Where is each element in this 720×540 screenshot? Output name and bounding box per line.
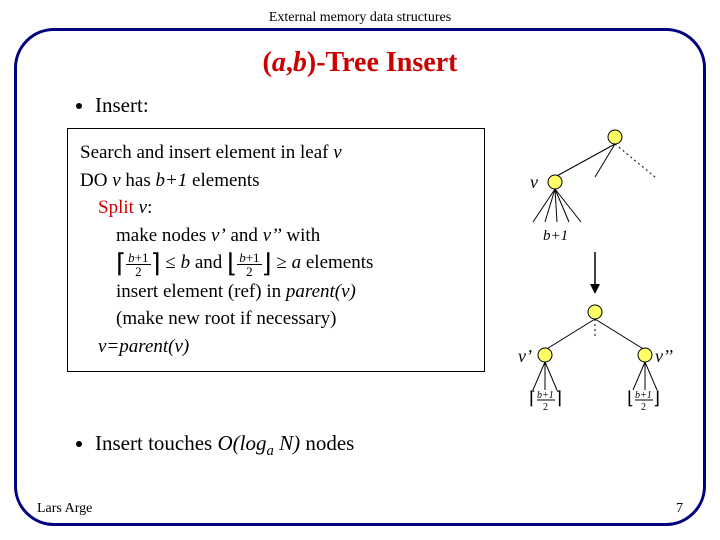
footer-page: 7 [676,501,683,517]
svg-text:2: 2 [543,402,548,412]
algo-l4-vpp: v’’ [263,225,282,246]
slide-header: External memory data structures [0,0,720,26]
diag-b1: b+1 [543,228,568,244]
algo-line-5: b+12 ≤ b and b+12 ≥ a elements [116,249,472,278]
algo-l2-do: DO [80,170,112,191]
title-paren-open: ( [263,47,272,78]
algorithm-box: Search and insert element in leaf v DO v… [67,128,485,372]
diagram-svg: v b+1 v’ [495,122,675,412]
diag-ceil-r: ⌉ [555,388,562,408]
algo-line-7: (make new root if necessary) [116,305,472,333]
diag-ceil-l: ⌈ [529,388,536,408]
title-a: a [272,47,286,78]
bullet-list-2: Insert touches O(loga N) nodes [55,431,675,460]
algo-l1-text: Search and insert element in leaf [80,142,333,163]
algo-l2-el: elements [187,170,259,191]
split-diagram: v b+1 v’ [495,122,675,417]
algo-line-3: Split v: [98,194,472,222]
algo-l4-and: and [226,225,263,246]
title-rest: )-Tree Insert [307,47,458,78]
svg-text:b+1: b+1 [635,390,652,401]
algo-l5-tail: elements [301,252,373,273]
slide-frame: (a,b)-Tree Insert Insert: Search and ins… [14,28,706,526]
algo-line-2: DO v has b+1 elements [80,167,472,195]
algo-l6-parent: parent(v) [286,281,356,302]
algo-l3-colon: : [147,197,152,218]
algo-l6-a: insert element (ref) in [116,281,286,302]
algo-l1-v: v [333,142,341,163]
algo-line-8: v=parent(v) [98,333,472,361]
algo-l3-v: v [139,197,147,218]
diag-floor-r: ⌋ [653,388,660,408]
algo-l5-floor: b+12 [227,250,272,278]
algo-l2-exp: b+1 [155,170,187,191]
complexity-O: O(loga N) [217,431,300,455]
diag-vpp-label: v’’ [655,346,673,366]
bullet-touches: Insert touches O(loga N) nodes [95,431,675,460]
algo-line-1: Search and insert element in leaf v [80,139,472,167]
footer-author: Lars Arge [37,501,92,517]
diag-v-label: v [530,172,538,192]
bullet2-a: Insert touches [95,431,217,455]
algo-l4-vp: v’ [211,225,226,246]
title-b: b [293,47,307,78]
algo-line-4: make nodes v’ and v’’ with [116,222,472,250]
algo-l5-geq-a: ≥ a [276,252,301,273]
algo-l5-leq-b: ≤ b [165,252,190,273]
algo-l5-ceil: b+12 [116,250,161,278]
bullet-list-1: Insert: [55,93,675,118]
algo-l5-mid: and [190,252,227,273]
svg-text:2: 2 [641,402,646,412]
svg-text:b+1: b+1 [537,390,554,401]
content-row: Search and insert element in leaf v DO v… [45,126,675,417]
bullet-insert: Insert: [95,93,675,118]
algo-l4-make: make nodes [116,225,211,246]
title-comma: , [286,47,293,78]
algo-line-6: insert element (ref) in parent(v) [116,278,472,306]
bullet2-b: nodes [305,431,354,455]
algo-l3-split: Split [98,197,139,218]
slide-title: (a,b)-Tree Insert [45,47,675,79]
algo-l2-has: has [121,170,156,191]
algo-l2-v: v [112,170,120,191]
algo-l4-with: with [282,225,321,246]
diag-floor-l: ⌊ [627,388,634,408]
diag-vp-label: v’ [518,346,532,366]
